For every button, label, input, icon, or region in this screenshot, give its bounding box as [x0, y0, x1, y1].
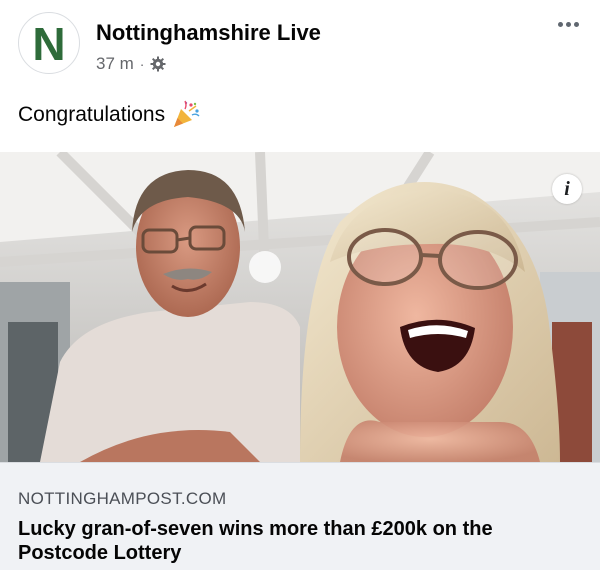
meta-separator: ·: [139, 56, 145, 72]
link-domain: NOTTINGHAMPOST.COM: [18, 489, 227, 508]
article-photo[interactable]: i: [0, 152, 600, 462]
info-icon[interactable]: i: [552, 174, 582, 204]
more-dot: [557, 21, 563, 27]
post-caption: Congratulations: [18, 100, 201, 130]
page-name-link[interactable]: Nottinghamshire Live: [96, 20, 321, 46]
post-header: N Nottinghamshire Live 37 m ·: [0, 0, 600, 92]
post-timestamp[interactable]: 37 m: [96, 54, 134, 74]
more-dots-icon[interactable]: [550, 10, 586, 38]
more-dot: [573, 21, 579, 27]
caption-text: Congratulations: [18, 103, 166, 126]
link-headline[interactable]: Lucky gran-of-seven wins more than £200k…: [18, 517, 584, 565]
party-popper-icon: [174, 100, 200, 127]
couple-selfie-image: [0, 152, 600, 462]
avatar-logo-letter: N: [32, 18, 66, 70]
gear-icon[interactable]: [150, 56, 166, 72]
post-meta: 37 m ·: [96, 54, 166, 74]
link-preview-card[interactable]: NOTTINGHAMPOST.COM Lucky gran-of-seven w…: [0, 462, 600, 570]
more-dot: [565, 21, 571, 27]
page-avatar[interactable]: N: [18, 12, 80, 74]
